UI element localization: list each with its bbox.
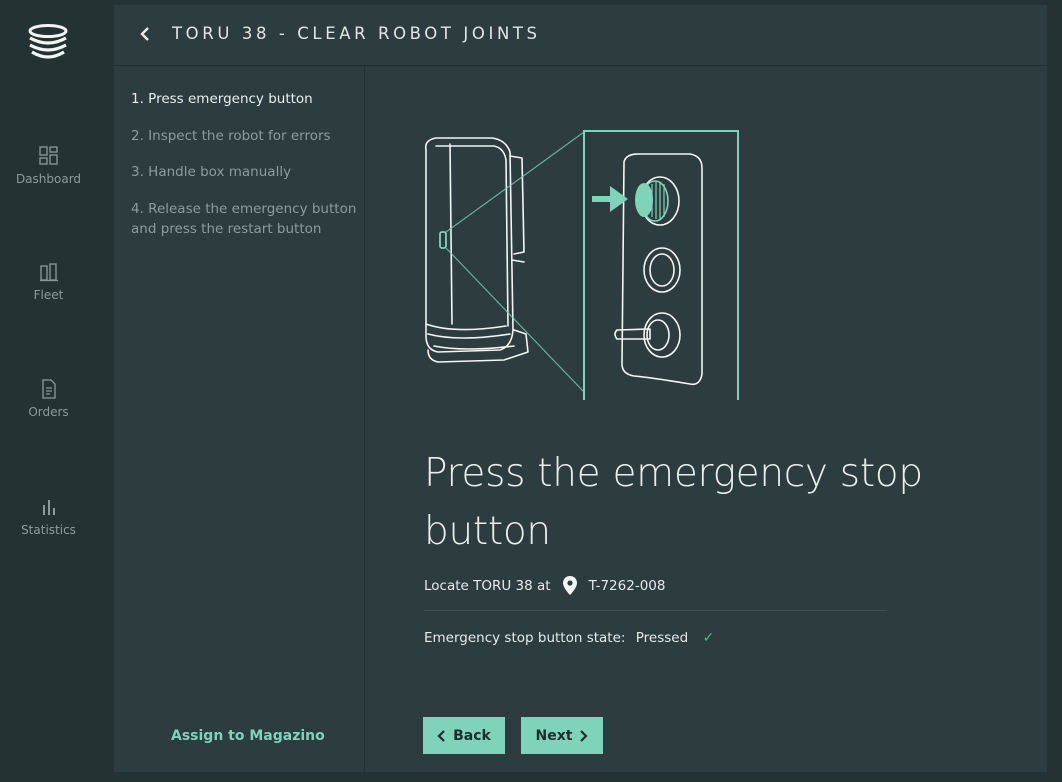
nav-item-dashboard[interactable]: Dashboard bbox=[0, 146, 97, 186]
assign-link[interactable]: Assign to Magazino bbox=[171, 728, 325, 744]
step-headline: Press the emergency stop button bbox=[424, 451, 923, 554]
emergency-state-row: Emergency stop button state: Pressed ✓ bbox=[424, 630, 714, 646]
step-item[interactable]: 4. Release the emergency button and pres… bbox=[131, 199, 361, 239]
workflow-card: TORU 38 - CLEAR ROBOT JOINTS 1. Press em… bbox=[114, 5, 1047, 772]
location-pin-icon bbox=[562, 576, 577, 595]
back-button-label: Back bbox=[453, 727, 491, 744]
chevron-left-icon bbox=[437, 729, 445, 742]
magazino-logo-icon[interactable] bbox=[27, 24, 69, 62]
robot-illustration bbox=[424, 130, 739, 400]
nav-item-statistics[interactable]: Statistics bbox=[0, 497, 97, 537]
step-item[interactable]: 3. Handle box manually bbox=[131, 162, 361, 182]
checkmark-icon: ✓ bbox=[702, 630, 715, 646]
state-value: Pressed bbox=[635, 630, 689, 646]
nav-label: Statistics bbox=[21, 523, 76, 537]
steps-panel: 1. Press emergency button 2. Inspect the… bbox=[114, 66, 365, 772]
dashboard-icon bbox=[38, 146, 58, 165]
next-button[interactable]: Next bbox=[521, 717, 603, 754]
nav-rail: Dashboard Fleet Orders Statistics bbox=[0, 0, 97, 782]
page-title: TORU 38 - CLEAR ROBOT JOINTS bbox=[172, 24, 541, 43]
page-header: TORU 38 - CLEAR ROBOT JOINTS bbox=[114, 5, 1047, 66]
step-item[interactable]: 1. Press emergency button bbox=[131, 89, 361, 109]
fleet-icon bbox=[39, 263, 58, 282]
chevron-left-icon[interactable] bbox=[136, 24, 154, 44]
nav-label: Orders bbox=[28, 405, 69, 419]
nav-item-orders[interactable]: Orders bbox=[0, 379, 97, 419]
nav-item-fleet[interactable]: Fleet bbox=[0, 262, 97, 302]
nav-label: Fleet bbox=[33, 288, 64, 302]
chevron-right-icon bbox=[580, 729, 589, 742]
state-label: Emergency stop button state: bbox=[424, 630, 626, 646]
back-button[interactable]: Back bbox=[423, 717, 505, 754]
location-code: T-7262-008 bbox=[588, 577, 666, 594]
orders-icon bbox=[41, 379, 56, 399]
locate-label: Locate TORU 38 at bbox=[424, 577, 551, 594]
divider bbox=[424, 610, 887, 611]
next-button-label: Next bbox=[535, 727, 573, 744]
location-row: Locate TORU 38 at T-7262-008 bbox=[424, 576, 665, 595]
step-item[interactable]: 2. Inspect the robot for errors bbox=[131, 126, 361, 146]
statistics-icon bbox=[42, 500, 55, 515]
nav-label: Dashboard bbox=[15, 172, 82, 186]
